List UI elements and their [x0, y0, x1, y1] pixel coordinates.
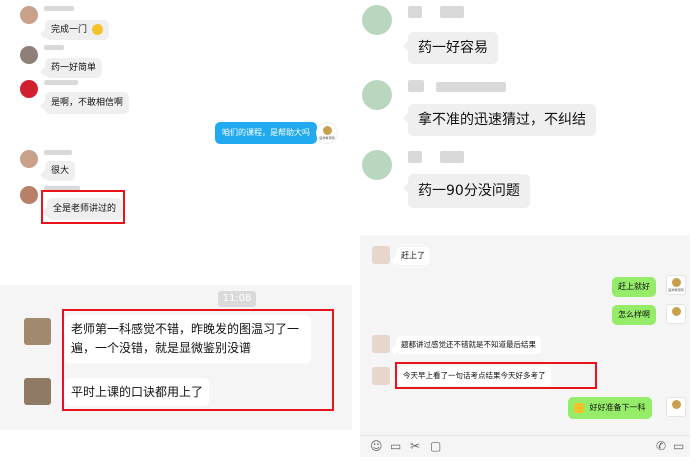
contact-name-blurred — [44, 45, 64, 50]
message-bubble[interactable]: 很大 — [39, 161, 76, 181]
message-bubble[interactable]: 赶上了 — [391, 247, 430, 266]
folder-icon[interactable]: ▭ — [390, 440, 401, 452]
chat-panel-b: 药一好容易 拿不准的迅速猜过，不纠结 药一90分没问题 — [350, 0, 700, 232]
brand-logo-icon — [672, 307, 681, 316]
contact-name-blurred — [44, 80, 78, 85]
brand-logo-text: 医学教育网 — [668, 288, 684, 292]
contact-avatar[interactable] — [372, 335, 390, 353]
brand-logo-avatar[interactable] — [666, 304, 686, 324]
contact-avatar[interactable] — [362, 150, 392, 180]
outgoing-message-bubble[interactable]: 咱们的课程，是帮助大吗 — [215, 122, 317, 144]
message-text: 怎么样啊 — [618, 310, 650, 319]
contact-name-blurred — [440, 151, 464, 163]
contact-avatar[interactable] — [372, 246, 390, 264]
contact-avatar[interactable] — [372, 367, 390, 385]
scissors-icon[interactable]: ✂ — [410, 440, 420, 452]
message-text: 药一90分没问题 — [418, 183, 520, 199]
contact-name-blurred — [408, 80, 424, 92]
chat-history-icon[interactable]: ▢ — [430, 440, 441, 452]
message-text: 很大 — [51, 166, 70, 176]
contact-avatar[interactable] — [20, 6, 38, 24]
brand-logo-text: 医学教育网 — [319, 136, 335, 140]
chat-panel-d: 赶上了 赶上就好 医学教育网 怎么样啊 题都讲过感觉还不错就是不知道最后结果 今… — [360, 235, 690, 457]
message-timestamp: 11:08 — [218, 291, 256, 307]
highlight-box — [41, 190, 125, 224]
contact-avatar[interactable] — [20, 46, 38, 64]
contact-avatar[interactable] — [20, 186, 38, 204]
phone-icon[interactable]: ✆ — [656, 440, 666, 452]
message-text: 药一好容易 — [418, 40, 488, 56]
brand-logo-icon — [672, 278, 681, 287]
chat-panel-a: 完成一门 药一好简单 是啊，不敢相信啊 咱们的课程，是帮助大吗 医学教育网 很大… — [0, 0, 345, 235]
contact-name-blurred — [408, 151, 422, 163]
contact-name-blurred — [44, 150, 72, 155]
contact-name-blurred — [436, 82, 506, 92]
message-bubble[interactable]: 药一好容易 — [403, 32, 498, 64]
message-bubble[interactable]: 是啊，不敢相信啊 — [39, 92, 130, 114]
message-text: 赶上了 — [401, 251, 425, 260]
contact-avatar[interactable] — [24, 318, 51, 345]
contact-avatar[interactable] — [362, 5, 392, 35]
brand-logo-avatar[interactable] — [666, 397, 686, 417]
video-call-icon[interactable]: ▭ — [673, 440, 684, 452]
brand-logo-icon — [672, 400, 681, 409]
message-text: 好好准备下一科 — [589, 403, 646, 412]
message-bubble[interactable]: 完成一门 — [40, 20, 109, 40]
smile-emoji-icon — [91, 24, 103, 35]
contact-avatar[interactable] — [362, 80, 392, 110]
highlight-box — [395, 362, 597, 389]
outgoing-message-bubble[interactable]: 好好准备下一科 — [568, 397, 652, 419]
message-bubble[interactable]: 药一好简单 — [39, 58, 103, 78]
contact-avatar[interactable] — [24, 378, 51, 405]
outgoing-message-bubble[interactable]: 赶上就好 — [612, 277, 656, 297]
outgoing-message-bubble[interactable]: 怎么样啊 — [612, 305, 656, 325]
chat-input-toolbar: ☺ ▭ ✂ ▢ ✆ ▭ — [360, 435, 690, 457]
brand-logo-avatar[interactable]: 医学教育网 — [666, 275, 686, 295]
contact-name-blurred — [44, 6, 74, 11]
message-text: 题都讲过感觉还不错就是不知道最后结果 — [401, 340, 536, 349]
message-text: 是啊，不敢相信啊 — [51, 98, 124, 108]
highlight-box — [62, 309, 334, 411]
contact-name-blurred — [440, 6, 464, 18]
message-bubble[interactable]: 药一90分没问题 — [403, 174, 530, 208]
message-text: 赶上就好 — [618, 282, 650, 291]
chat-panel-c: 11:08 老师第一科感觉不错，昨晚发的图温习了一 遍，一个没错，就是显微鉴别没… — [0, 285, 352, 430]
contact-avatar[interactable] — [20, 150, 38, 168]
message-text: 咱们的课程，是帮助大吗 — [222, 128, 310, 137]
brand-logo-icon — [323, 126, 332, 135]
brand-logo-avatar[interactable]: 医学教育网 — [316, 122, 338, 144]
contact-name-blurred — [408, 6, 422, 18]
contact-avatar[interactable] — [20, 80, 38, 98]
thumbs-up-icon — [574, 402, 584, 413]
message-bubble[interactable]: 拿不准的迅速猜过，不纠结 — [403, 104, 596, 136]
emoji-icon[interactable]: ☺ — [370, 440, 383, 452]
message-text: 药一好简单 — [51, 63, 97, 73]
message-bubble[interactable]: 题都讲过感觉还不错就是不知道最后结果 — [391, 336, 541, 355]
message-text: 拿不准的迅速猜过，不纠结 — [418, 112, 586, 128]
message-text: 完成一门 — [51, 25, 88, 35]
